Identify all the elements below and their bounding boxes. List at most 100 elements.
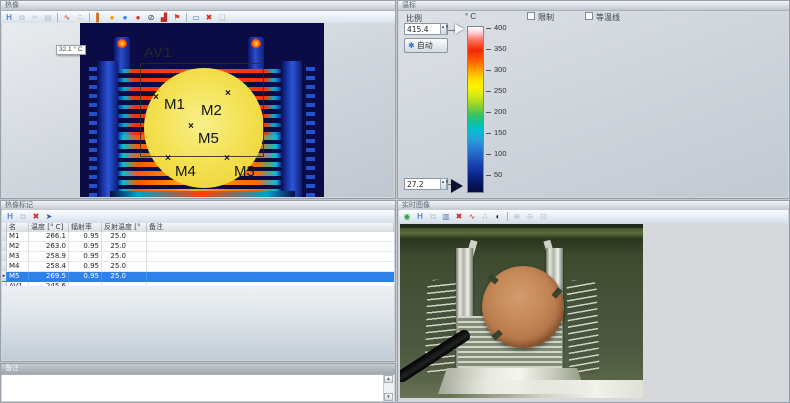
toolbar-separator [507, 212, 508, 221]
table-row-M1[interactable]: M1266.10.9525.0 [2, 232, 394, 242]
marker-label-M4: M4 [175, 164, 196, 179]
delete-icon[interactable]: ✖ [453, 211, 465, 222]
paste-icon[interactable]: ▥ [440, 211, 452, 222]
table-row-M4[interactable]: M4258.40.9525.0 [2, 262, 394, 272]
copy-icon: ⧉ [17, 211, 29, 222]
table-row-M3[interactable]: M3258.90.9525.0 [2, 252, 394, 262]
scale-tick-label: 200 [494, 108, 507, 116]
scale-tick-label: 350 [494, 45, 507, 53]
scale-tick-label: 50 [494, 171, 502, 179]
cell [147, 252, 394, 261]
save-icon[interactable]: H [414, 211, 426, 222]
cut-icon: ✂ [29, 12, 41, 23]
flag-marker-icon[interactable]: ⚑ [171, 12, 183, 23]
cell [147, 232, 394, 241]
delete-icon[interactable]: ✖ [30, 211, 42, 222]
cell: 0.95 [69, 242, 102, 251]
min-pointer-icon[interactable] [451, 179, 463, 193]
scale-min-spinner[interactable]: ▲▼ [440, 178, 447, 190]
toolbar-separator [57, 13, 58, 22]
notes-panel: 备注 ▲ ▼ [0, 363, 396, 403]
column-header[interactable]: 备注 [147, 223, 394, 232]
marker-cross-M5[interactable]: × [188, 122, 194, 132]
cell: M4 [7, 262, 29, 271]
toolbar-separator [186, 13, 187, 22]
marker-cross-M1[interactable]: × [153, 93, 159, 103]
notes-scrollbar[interactable]: ▲ ▼ [383, 375, 394, 401]
heatsink-fin-edge-right [306, 67, 315, 197]
cell: 0.95 [69, 232, 102, 241]
scale-ticks: 40035030025020015010050 [399, 1, 529, 199]
isotherm-checkbox[interactable] [585, 12, 593, 20]
heatsink-rail-right [281, 61, 302, 197]
circle-marker-blue-icon[interactable]: ● [119, 12, 131, 23]
photo-back-board [400, 228, 643, 238]
visual-panel: 实时图像 ◉H⧉▥✖∿∴◐⊕⊖⊡ [397, 200, 790, 403]
cell: 25.0 [102, 262, 147, 271]
circle-marker-orange-icon[interactable]: ● [106, 12, 118, 23]
marker-label-M1: M1 [164, 97, 185, 112]
table-row-M2[interactable]: M2263.00.9525.0 [2, 242, 394, 252]
scale-tick [486, 175, 491, 176]
column-header[interactable]: 温度 [° C] [29, 223, 69, 232]
profile-chart-icon[interactable]: ∿ [61, 12, 73, 23]
scale-tick-label: 250 [494, 87, 507, 95]
cell: 269.5 [29, 272, 69, 281]
scale-tick-label: 300 [494, 66, 507, 74]
notes-panel-title: 备注 [1, 364, 395, 375]
cell: M5 [7, 272, 29, 281]
column-header[interactable]: 辐射率 [69, 223, 102, 232]
notes-textarea[interactable]: ▲ ▼ [2, 375, 394, 401]
circle-marker-red-icon[interactable]: ● [132, 12, 144, 23]
zoom-out-icon: ⊖ [524, 211, 536, 222]
spot-tool-icon[interactable]: ▌ [93, 12, 105, 23]
limit-checkbox[interactable] [527, 12, 535, 20]
thermal-panel: 热像 H⧉✂▤∿∴▌●●●⊘▟⚑▭✖❏ AV1 ×M1×M2×M5×M4×M3 … [0, 0, 396, 199]
print-icon: ▤ [42, 12, 54, 23]
save-icon[interactable]: H [4, 211, 16, 222]
visible-light-photo[interactable] [400, 224, 643, 398]
contrast-icon[interactable]: ◐ [492, 211, 504, 222]
thermal-image[interactable]: AV1 ×M1×M2×M5×M4×M3 [80, 23, 324, 197]
cell: 25.0 [102, 252, 147, 261]
cell [147, 262, 394, 271]
table-row-M5[interactable]: ▸M5269.50.9525.0 [2, 272, 394, 282]
scroll-down-icon[interactable]: ▼ [384, 393, 393, 401]
cell: 258.4 [29, 262, 69, 271]
send-marker-icon[interactable]: ➤ [43, 211, 55, 222]
photo-spring-right [566, 280, 599, 375]
marker-label-M3: M3 [234, 164, 255, 179]
cell: 0.95 [69, 272, 102, 281]
marker-label-M2: M2 [201, 103, 222, 118]
cell: 258.9 [29, 252, 69, 261]
toolbar-separator [89, 13, 90, 22]
visual-toolbar: ◉H⧉▥✖∿∴◐⊕⊖⊡ [399, 210, 788, 224]
scatter-chart-icon[interactable]: ∴ [74, 12, 86, 23]
histogram-marker-icon[interactable]: ▟ [158, 12, 170, 23]
thermal-panel-title: 热像 [1, 1, 395, 11]
profile-chart-icon[interactable]: ∿ [466, 211, 478, 222]
save-icon[interactable]: H [3, 12, 15, 23]
marker-cross-M2[interactable]: × [225, 89, 231, 99]
marker-cross-M3[interactable]: × [224, 154, 230, 164]
cell: M1 [7, 232, 29, 241]
limit-checkbox-label: 限制 [538, 12, 554, 23]
scroll-up-icon[interactable]: ▲ [384, 375, 393, 383]
app-window: 热像 H⧉✂▤∿∴▌●●●⊘▟⚑▭✖❏ AV1 ×M1×M2×M5×M4×M3 … [0, 0, 790, 403]
scatter-chart-icon[interactable]: ∴ [479, 211, 491, 222]
scale-tick [486, 70, 491, 71]
rect-select-icon[interactable]: ▭ [190, 12, 202, 23]
isotherm-checkbox-label: 等温线 [596, 12, 620, 23]
cell: M2 [7, 242, 29, 251]
capture-icon[interactable]: ◉ [401, 211, 413, 222]
scale-tick-label: 400 [494, 24, 507, 32]
column-header[interactable]: 反射温度 [° [102, 223, 147, 232]
table-body: M1266.10.9525.0M2263.00.9525.0M3258.90.9… [2, 232, 394, 292]
markers-table-panel: 热像标记 H⧉✖➤ 名温度 [° C]辐射率反射温度 [°备注 M1266.10… [0, 200, 396, 362]
delete-icon[interactable]: ✖ [203, 12, 215, 23]
column-header[interactable]: 名 [7, 223, 29, 232]
cell: 0.95 [69, 252, 102, 261]
marker-cross-M4[interactable]: × [165, 154, 171, 164]
no-marker-icon[interactable]: ⊘ [145, 12, 157, 23]
copy-icon: ⧉ [427, 211, 439, 222]
